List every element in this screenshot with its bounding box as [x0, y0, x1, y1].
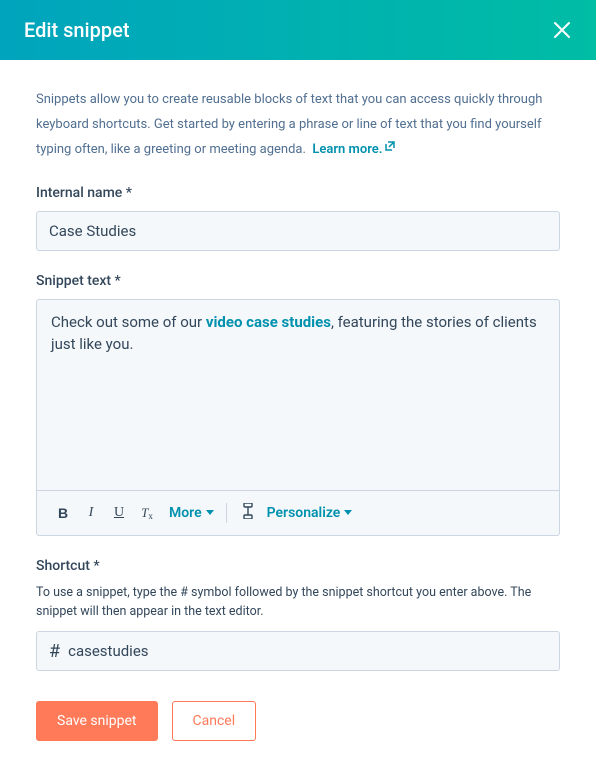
toolbar-divider	[226, 503, 227, 523]
save-button[interactable]: Save snippet	[36, 701, 158, 741]
shortcut-input-wrap: #	[36, 631, 560, 671]
internal-name-field: Internal name *	[36, 185, 560, 251]
underline-button[interactable]: U	[107, 501, 131, 525]
shortcut-label: Shortcut *	[36, 558, 560, 574]
shortcut-input[interactable]	[68, 632, 547, 670]
cancel-button[interactable]: Cancel	[172, 701, 257, 741]
shortcut-field: Shortcut * To use a snippet, type the # …	[36, 558, 560, 672]
snippet-editor: Check out some of our video case studies…	[36, 299, 560, 536]
more-label: More	[169, 505, 202, 521]
personalize-label: Personalize	[267, 505, 341, 521]
external-link-icon	[384, 137, 396, 162]
internal-name-label: Internal name *	[36, 185, 560, 201]
bold-button[interactable]: B	[51, 501, 75, 525]
italic-button[interactable]: I	[79, 501, 103, 525]
personalize-dropdown[interactable]: Personalize	[267, 505, 353, 521]
snippet-body-link[interactable]: video case studies	[206, 313, 331, 331]
clear-format-button[interactable]: Tx	[135, 501, 159, 525]
shortcut-prefix: #	[49, 641, 60, 662]
modal-header: Edit snippet	[0, 0, 596, 60]
modal-body: Snippets allow you to create reusable bl…	[0, 60, 596, 765]
description-body: Snippets allow you to create reusable bl…	[36, 92, 542, 157]
snippet-editor-content[interactable]: Check out some of our video case studies…	[37, 300, 559, 490]
chevron-down-icon	[344, 510, 352, 515]
close-icon[interactable]	[552, 20, 572, 40]
snippet-text-field: Snippet text * Check out some of our vid…	[36, 273, 560, 536]
editor-toolbar: B I U Tx More Personalize	[37, 490, 559, 535]
snippet-text-label: Snippet text *	[36, 273, 560, 289]
learn-more-link[interactable]: Learn more.	[312, 142, 396, 157]
internal-name-input[interactable]	[36, 211, 560, 251]
snippet-body-before: Check out some of our	[51, 313, 206, 331]
insert-snippet-icon[interactable]	[239, 503, 257, 523]
button-row: Save snippet Cancel	[36, 701, 560, 741]
modal-title: Edit snippet	[24, 18, 130, 42]
chevron-down-icon	[206, 510, 214, 515]
more-dropdown[interactable]: More	[169, 505, 214, 521]
learn-more-label: Learn more.	[312, 142, 382, 157]
shortcut-help-text: To use a snippet, type the # symbol foll…	[36, 584, 560, 622]
description-text: Snippets allow you to create reusable bl…	[36, 88, 560, 163]
